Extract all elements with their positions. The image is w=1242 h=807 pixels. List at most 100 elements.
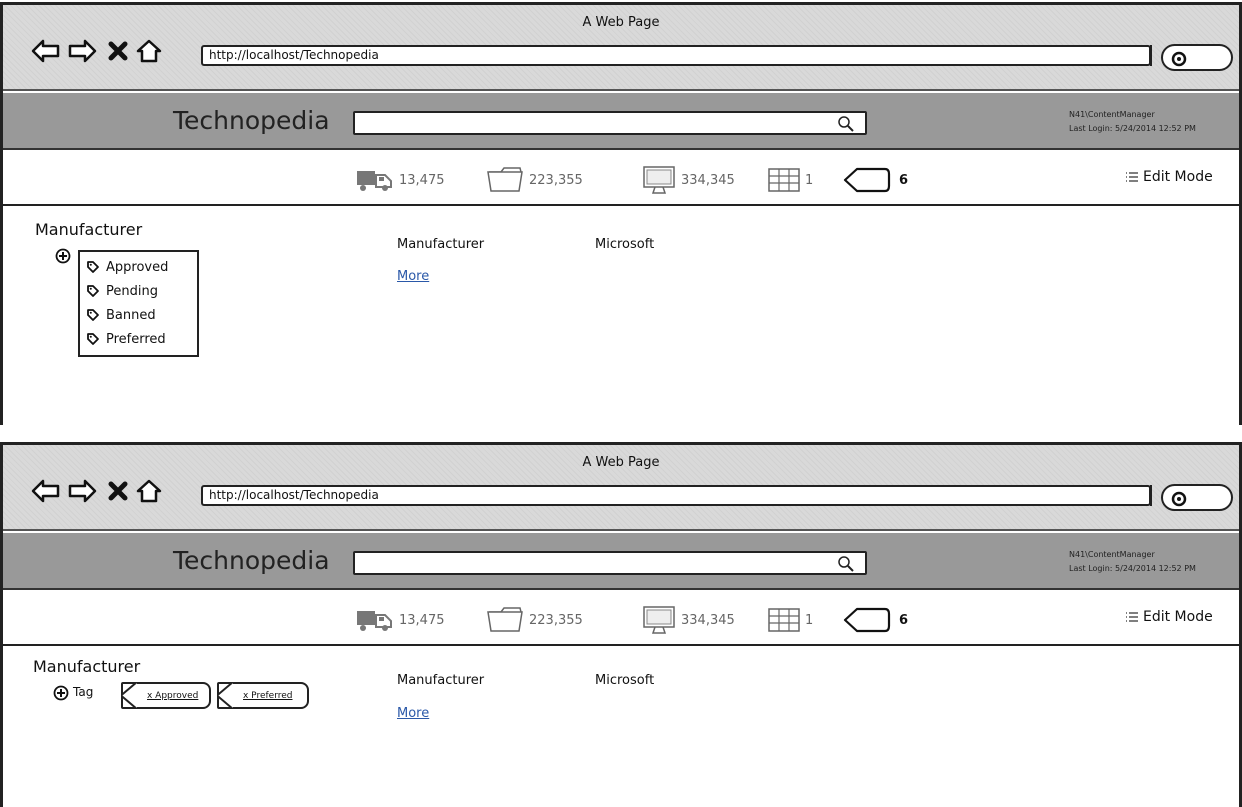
folder-icon <box>487 607 523 632</box>
app-header: Technopedia N41\ContentManager Last Logi… <box>3 533 1239 590</box>
user-name: N41\ContentManager <box>1069 110 1155 119</box>
selected-tag-chip[interactable]: x Preferred <box>217 682 309 709</box>
section-heading: Manufacturer <box>35 220 143 239</box>
nav-icons <box>31 38 191 64</box>
tag-option-label: Pending <box>106 283 158 299</box>
tag-shape-icon <box>843 167 891 193</box>
content-area: Manufacturer Approved Pending Banned Pre… <box>3 206 1239 425</box>
detail-value: Microsoft <box>595 237 655 252</box>
list-icon <box>1126 172 1138 182</box>
tag-label: Tag <box>73 685 94 699</box>
tag-dropdown: Approved Pending Banned Preferred <box>78 250 199 357</box>
stat-computers[interactable]: 334,345 <box>641 166 735 194</box>
app-title: Technopedia <box>173 546 330 575</box>
window-title: A Web Page <box>582 455 660 470</box>
home-icon[interactable] <box>135 478 163 504</box>
last-login: Last Login: 5/24/2014 12:52 PM <box>1069 564 1196 573</box>
tag-option-label: Approved <box>106 259 169 275</box>
stat-trucks-value: 13,475 <box>399 612 445 628</box>
detail-label: Manufacturer <box>397 673 485 688</box>
stat-computers-value: 334,345 <box>681 172 735 188</box>
stat-tags-value: 6 <box>899 172 909 188</box>
forward-arrow-icon[interactable] <box>67 38 97 64</box>
stat-trucks[interactable]: 13,475 <box>355 606 445 634</box>
app-search-box[interactable] <box>353 111 867 135</box>
search-input[interactable] <box>359 555 829 571</box>
url-bar[interactable]: http://localhost/Technopedia <box>201 485 1152 506</box>
edit-mode-label: Edit Mode <box>1143 609 1213 625</box>
more-link[interactable]: More <box>397 706 429 721</box>
stat-folders[interactable]: 223,355 <box>485 606 583 634</box>
browser-window-top: A Web Page http://localhost/Technopedia … <box>0 2 1242 425</box>
tag-shape-icon <box>843 607 891 633</box>
stats-bar: 13,475 223,355 334,345 1 6 Edit Mode <box>3 592 1239 646</box>
tag-option-label: Banned <box>106 307 156 323</box>
edit-mode-button[interactable]: Edit Mode <box>1125 609 1213 625</box>
selected-tag-label[interactable]: x Approved <box>147 691 198 701</box>
table-icon <box>768 608 800 632</box>
tag-option-preferred[interactable]: Preferred <box>86 327 197 351</box>
stat-tables[interactable]: 1 <box>767 166 813 194</box>
user-info: N41\ContentManager Last Login: 5/24/2014… <box>1069 108 1196 136</box>
stat-tags-value: 6 <box>899 612 909 628</box>
detail-label: Manufacturer <box>397 237 485 252</box>
plus-circle-icon[interactable] <box>55 248 71 264</box>
back-arrow-icon[interactable] <box>31 478 61 504</box>
stop-icon[interactable] <box>107 38 129 64</box>
app-header: Technopedia N41\ContentManager Last Logi… <box>3 93 1239 150</box>
search-icon[interactable] <box>837 555 855 573</box>
back-arrow-icon[interactable] <box>31 38 61 64</box>
selected-tag-label[interactable]: x Preferred <box>243 691 293 701</box>
tag-option-label: Preferred <box>106 331 166 347</box>
tag-icon <box>87 261 99 273</box>
folder-icon <box>487 167 523 192</box>
stat-tables[interactable]: 1 <box>767 606 813 634</box>
search-icon <box>1171 491 1187 507</box>
app-search-box[interactable] <box>353 551 867 575</box>
tag-icon <box>87 333 99 345</box>
stats-bar: 13,475 223,355 334,345 1 6 Edit Mode <box>3 152 1239 206</box>
chip-notch-icon <box>217 682 233 709</box>
window-title: A Web Page <box>582 15 660 30</box>
edit-mode-button[interactable]: Edit Mode <box>1125 169 1213 185</box>
stat-trucks-value: 13,475 <box>399 172 445 188</box>
stat-tags[interactable]: 6 <box>843 166 908 194</box>
chip-notch-icon <box>121 682 137 709</box>
search-icon[interactable] <box>837 115 855 133</box>
search-input[interactable] <box>359 115 829 131</box>
browser-chrome: A Web Page http://localhost/Technopedia <box>3 445 1239 531</box>
tag-option-pending[interactable]: Pending <box>86 279 197 303</box>
plus-circle-icon[interactable] <box>53 685 69 701</box>
stat-folders-value: 223,355 <box>529 612 583 628</box>
content-area: Manufacturer Tag x Approved x Preferred … <box>3 646 1239 807</box>
edit-mode-label: Edit Mode <box>1143 169 1213 185</box>
browser-search-button[interactable] <box>1161 484 1233 511</box>
selected-tag-chip[interactable]: x Approved <box>121 682 211 709</box>
stat-folders-value: 223,355 <box>529 172 583 188</box>
browser-chrome: A Web Page http://localhost/Technopedia <box>3 5 1239 91</box>
tag-option-banned[interactable]: Banned <box>86 303 197 327</box>
app-title: Technopedia <box>173 106 330 135</box>
user-info: N41\ContentManager Last Login: 5/24/2014… <box>1069 548 1196 576</box>
more-link[interactable]: More <box>397 269 429 284</box>
stat-folders[interactable]: 223,355 <box>485 166 583 194</box>
url-bar[interactable]: http://localhost/Technopedia <box>201 45 1152 66</box>
last-login: Last Login: 5/24/2014 12:52 PM <box>1069 124 1196 133</box>
stat-tables-value: 1 <box>805 612 814 628</box>
monitor-icon <box>643 606 675 634</box>
list-icon <box>1126 612 1138 622</box>
home-icon[interactable] <box>135 38 163 64</box>
forward-arrow-icon[interactable] <box>67 478 97 504</box>
browser-search-button[interactable] <box>1161 44 1233 71</box>
monitor-icon <box>643 166 675 194</box>
stat-computers[interactable]: 334,345 <box>641 606 735 634</box>
stop-icon[interactable] <box>107 478 129 504</box>
stat-computers-value: 334,345 <box>681 612 735 628</box>
truck-icon <box>357 171 392 191</box>
stat-trucks[interactable]: 13,475 <box>355 166 445 194</box>
stat-tables-value: 1 <box>805 172 814 188</box>
detail-value: Microsoft <box>595 673 655 688</box>
truck-icon <box>357 611 392 631</box>
tag-option-approved[interactable]: Approved <box>86 255 197 279</box>
stat-tags[interactable]: 6 <box>843 606 908 634</box>
